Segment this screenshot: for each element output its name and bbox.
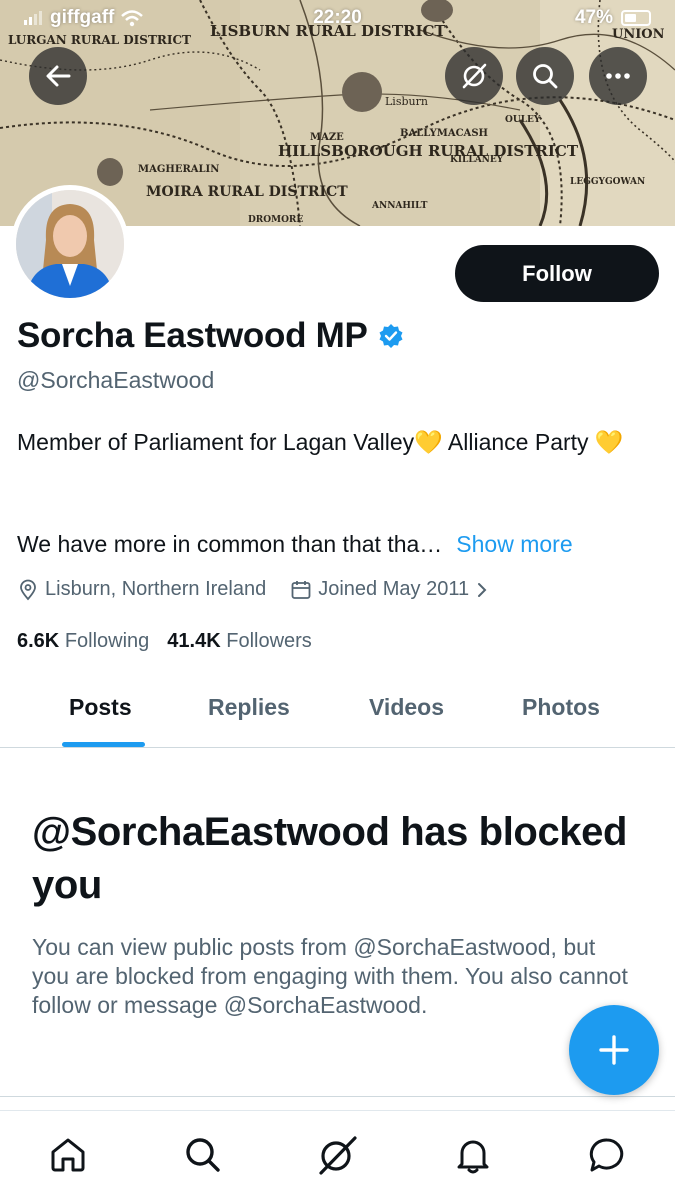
grok-icon xyxy=(319,1136,357,1175)
svg-text:MAGHERALIN: MAGHERALIN xyxy=(138,164,219,175)
chevron-right-icon xyxy=(478,582,487,597)
home-icon xyxy=(51,1138,85,1172)
tab-videos[interactable]: Videos xyxy=(369,694,444,721)
battery-percent: 47% xyxy=(574,7,613,28)
followers-link[interactable]: 41.4K Followers xyxy=(167,630,312,653)
messages-icon xyxy=(589,1138,624,1172)
more-options-button[interactable] xyxy=(589,47,647,105)
blocked-title: @SorchaEastwood has blocked you xyxy=(32,810,628,907)
plus-icon xyxy=(599,1035,629,1065)
profile-handle: @SorchaEastwood xyxy=(17,367,215,393)
status-bar: giffgaff 22:20 47% xyxy=(0,0,675,36)
more-icon xyxy=(606,73,630,79)
svg-text:KILLANEY: KILLANEY xyxy=(450,155,504,165)
nav-search[interactable] xyxy=(181,1133,225,1177)
svg-text:MAZE: MAZE xyxy=(310,132,344,143)
svg-text:HILLSBOROUGH RURAL DISTRICT: HILLSBOROUGH RURAL DISTRICT xyxy=(278,142,579,160)
nav-grok[interactable] xyxy=(315,1133,359,1177)
following-link[interactable]: 6.6K Following xyxy=(17,630,149,653)
profile-bio-continued: We have more in common than that tha… Sho… xyxy=(17,531,573,558)
svg-text:ANNAHILT: ANNAHILT xyxy=(371,201,428,211)
nav-messages[interactable] xyxy=(585,1133,629,1177)
grok-icon xyxy=(462,63,487,89)
calendar-icon xyxy=(291,580,311,599)
tab-replies[interactable]: Replies xyxy=(208,694,290,721)
search-icon xyxy=(186,1138,220,1172)
nav-notifications[interactable] xyxy=(451,1133,495,1177)
wifi-icon xyxy=(121,10,144,27)
svg-text:BALLYMACASH: BALLYMACASH xyxy=(400,128,488,139)
display-name: Sorcha Eastwood MP xyxy=(17,316,368,355)
svg-text:MOIRA RURAL DISTRICT: MOIRA RURAL DISTRICT xyxy=(146,184,348,200)
svg-text:OULEY: OULEY xyxy=(505,115,541,125)
grok-button[interactable] xyxy=(445,47,503,105)
tab-photos[interactable]: Photos xyxy=(522,694,600,721)
svg-text:DROMORE: DROMORE xyxy=(248,215,303,225)
joined-item[interactable]: Joined May 2011 xyxy=(290,578,489,601)
avatar[interactable] xyxy=(11,185,129,303)
notifications-icon xyxy=(457,1140,489,1174)
follow-button[interactable]: Follow xyxy=(455,245,659,302)
search-icon xyxy=(533,64,558,89)
profile-bio: Member of Parliament for Lagan Valley💛 A… xyxy=(17,429,624,455)
bio-truncated-text: We have more in common than that tha… xyxy=(17,531,443,557)
blocked-message: You can view public posts from @SorchaEa… xyxy=(32,934,628,1018)
compose-post-button[interactable] xyxy=(569,1005,659,1095)
back-button[interactable] xyxy=(29,47,87,105)
location-text: Lisburn, Northern Ireland xyxy=(45,578,267,600)
signal-icon xyxy=(24,11,42,25)
location-pin-icon xyxy=(20,579,36,600)
back-arrow-icon xyxy=(46,65,71,87)
profile-name-row: Sorcha Eastwood MP xyxy=(17,316,404,356)
search-button[interactable] xyxy=(516,47,574,105)
nav-home[interactable] xyxy=(46,1133,90,1177)
joined-text: Joined May 2011 xyxy=(318,578,470,600)
follow-counts: 6.6K Following 41.4K Followers xyxy=(17,630,312,653)
active-tab-indicator xyxy=(62,742,145,747)
svg-text:Lisburn: Lisburn xyxy=(385,95,428,108)
bottom-navigation xyxy=(0,1110,675,1200)
location-item: Lisburn, Northern Ireland xyxy=(17,578,266,601)
show-more-link[interactable]: Show more xyxy=(456,531,572,557)
clock: 22:20 xyxy=(313,7,362,28)
divider xyxy=(0,1096,675,1097)
svg-text:LEGGYGOWAN: LEGGYGOWAN xyxy=(570,177,645,187)
carrier-name: giffgaff xyxy=(50,7,115,28)
battery-icon xyxy=(621,10,651,26)
verified-badge-icon[interactable] xyxy=(378,323,404,349)
profile-meta: Lisburn, Northern Ireland Joined May 201… xyxy=(17,578,489,601)
profile-tabs: Posts Replies Videos Photos xyxy=(0,680,675,748)
tab-posts[interactable]: Posts xyxy=(69,694,132,721)
profile-photo xyxy=(16,190,124,298)
profile-banner[interactable]: LISBURN RURAL DISTRICT HILLSBOROUGH RURA… xyxy=(0,0,675,226)
